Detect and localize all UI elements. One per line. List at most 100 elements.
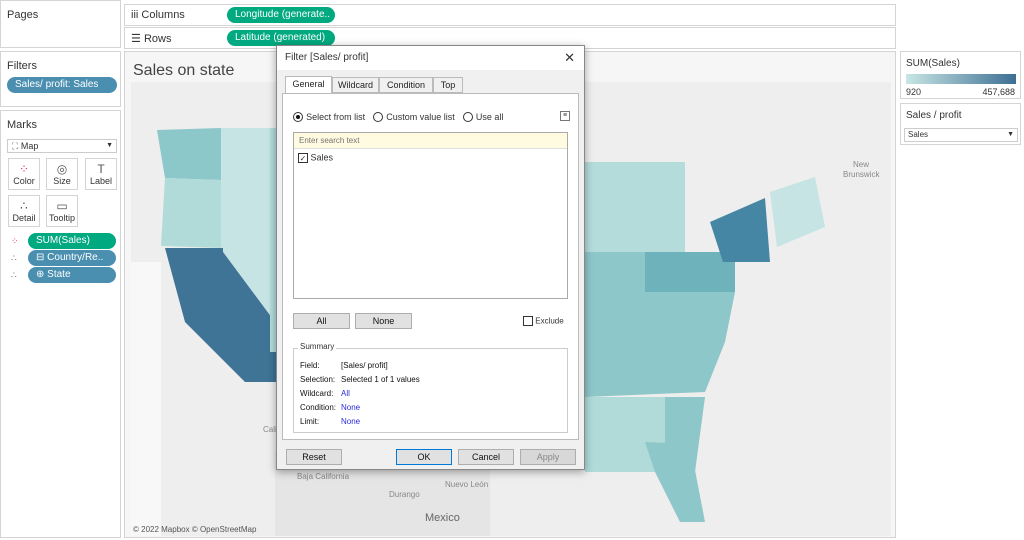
param-dropdown[interactable]: Sales ▼ — [904, 128, 1018, 142]
sales-checkbox[interactable]: ✓ — [298, 152, 308, 163]
value-list-box: ✓ Sales — [293, 132, 568, 299]
detail-icon: ∴ — [20, 199, 28, 213]
plus-icon: ⊕ — [36, 269, 45, 280]
map-attribution: © 2022 Mapbox © OpenStreetMap — [133, 525, 257, 534]
sum-sales-pill[interactable]: SUM(Sales) — [28, 233, 116, 249]
marks-panel: Marks ⛶ Map ▼ ⁘ Color ◎ Size T Label ∴ Detai… — [0, 110, 121, 538]
legend-gradient — [906, 74, 1016, 84]
custom-value-list-radio[interactable] — [373, 112, 384, 123]
legend-title: SUM(Sales) — [906, 58, 960, 69]
sales-item-label: Sales — [310, 152, 334, 163]
legend-max: 457,688 — [982, 87, 1015, 97]
summary-box: Summary Field: [Sales/ profit] Selection… — [293, 342, 568, 433]
tab-condition[interactable]: Condition — [379, 77, 433, 93]
state-michigan — [585, 162, 685, 252]
filters-panel: Filters Sales/ profit: Sales — [0, 51, 121, 107]
summary-condition-value[interactable]: None — [341, 403, 360, 412]
summary-condition-label: Condition: — [300, 403, 337, 412]
columns-label: iii Columns — [131, 9, 185, 21]
color-icon: ⁘ — [18, 162, 30, 176]
tooltip-button[interactable]: ▭ Tooltip — [46, 195, 78, 227]
summary-title: Summary — [298, 342, 337, 351]
select-from-list-radio[interactable] — [293, 112, 303, 123]
ocean-west — [131, 262, 161, 536]
list-options-icon[interactable]: ≡ — [560, 111, 570, 121]
selection-mode-group: Select from list Custom value list Use a… — [293, 111, 508, 123]
all-button[interactable]: All — [293, 313, 350, 329]
label-button[interactable]: T Label — [85, 158, 117, 190]
map-label-durango: Durango — [389, 490, 420, 499]
map-label-brunswick: Brunswick — [843, 170, 880, 179]
label-icon: T — [97, 162, 105, 176]
use-all-radio[interactable] — [462, 112, 473, 123]
state-oregon — [161, 178, 223, 248]
map-label-new: New — [853, 160, 870, 169]
pages-title: Pages — [7, 9, 39, 21]
filters-title: Filters — [7, 60, 37, 72]
dialog-title: Filter [Sales/ profit] — [285, 52, 369, 63]
state-pill[interactable]: ⊕ State — [28, 267, 116, 283]
tab-top[interactable]: Top — [433, 77, 463, 93]
summary-selection-value: Selected 1 of 1 values — [341, 375, 420, 384]
sales-legend: SUM(Sales) 920 457,688 — [900, 51, 1021, 99]
rows-pill[interactable]: Latitude (generated) — [227, 30, 335, 46]
custom-value-list-label[interactable]: Custom value list — [386, 112, 455, 122]
exclude-label: Exclude — [535, 316, 564, 326]
ok-button[interactable]: OK — [396, 449, 452, 465]
cancel-button[interactable]: Cancel — [458, 449, 514, 465]
use-all-label[interactable]: Use all — [476, 112, 504, 122]
apply-button[interactable]: Apply — [520, 449, 576, 465]
reset-button[interactable]: Reset — [286, 449, 342, 465]
marks-title: Marks — [7, 119, 37, 131]
general-tab-body: Select from list Custom value list Use a… — [282, 93, 579, 440]
param-title: Sales / profit — [906, 110, 962, 121]
size-button[interactable]: ◎ Size — [46, 158, 78, 190]
tab-wildcard[interactable]: Wildcard — [332, 77, 379, 93]
detail-field-icon-2: ∴ — [11, 270, 17, 280]
filter-dialog: Filter [Sales/ profit] ✕ General Wildcar… — [276, 45, 585, 470]
summary-wildcard-value[interactable]: All — [341, 389, 350, 398]
columns-icon: iii — [131, 9, 139, 21]
exclude-checkbox[interactable] — [523, 316, 533, 326]
state-idaho-montana — [221, 128, 270, 248]
columns-shelf[interactable]: iii Columns Longitude (generate.. — [124, 4, 896, 26]
legend-min: 920 — [906, 87, 922, 97]
chevron-down-icon: ▼ — [1007, 131, 1014, 138]
mark-type-dropdown[interactable]: ⛶ Map ▼ — [7, 139, 117, 153]
chevron-down-icon: ▼ — [106, 142, 113, 149]
tab-general[interactable]: General — [285, 76, 332, 94]
state-ohio-indiana — [585, 252, 645, 352]
detail-field-icon: ∴ — [11, 253, 17, 263]
close-icon[interactable]: ✕ — [564, 50, 575, 66]
columns-pill[interactable]: Longitude (generate.. — [227, 7, 335, 23]
expand-icon: ⊟ — [36, 252, 45, 263]
filter-pill-sales-profit[interactable]: Sales/ profit: Sales — [7, 77, 117, 93]
color-field-icon: ⁘ — [11, 236, 19, 246]
dialog-title-bar: Filter [Sales/ profit] ✕ — [277, 46, 584, 70]
map-icon: ⛶ — [12, 141, 19, 151]
map-label-baja-california: Baja California — [297, 472, 350, 481]
map-label-mexico: Mexico — [425, 512, 460, 524]
search-input[interactable] — [294, 133, 567, 149]
select-from-list-label[interactable]: Select from list — [306, 112, 365, 122]
sales-profit-parameter: Sales / profit Sales ▼ — [900, 103, 1021, 145]
summary-wildcard-label: Wildcard: — [300, 389, 334, 398]
summary-selection-label: Selection: — [300, 375, 336, 384]
summary-limit-value[interactable]: None — [341, 417, 360, 426]
rows-label: ☰ Rows — [131, 33, 172, 45]
size-icon: ◎ — [56, 162, 68, 176]
state-pennsylvania — [645, 252, 735, 292]
color-button[interactable]: ⁘ Color — [8, 158, 40, 190]
country-region-pill[interactable]: ⊟ Country/Re.. — [28, 250, 116, 266]
tooltip-icon: ▭ — [56, 199, 68, 213]
none-button[interactable]: None — [355, 313, 412, 329]
exclude-option[interactable]: Exclude — [523, 316, 564, 326]
map-label-nuevo-leon: Nuevo León — [445, 480, 489, 489]
list-item[interactable]: ✓ Sales — [298, 152, 333, 163]
state-washington — [157, 128, 221, 180]
summary-limit-label: Limit: — [300, 417, 320, 426]
pages-panel: Pages — [0, 0, 121, 48]
detail-button[interactable]: ∴ Detail — [8, 195, 40, 227]
summary-field-label: Field: — [300, 361, 320, 370]
summary-field-value: [Sales/ profit] — [341, 361, 388, 370]
